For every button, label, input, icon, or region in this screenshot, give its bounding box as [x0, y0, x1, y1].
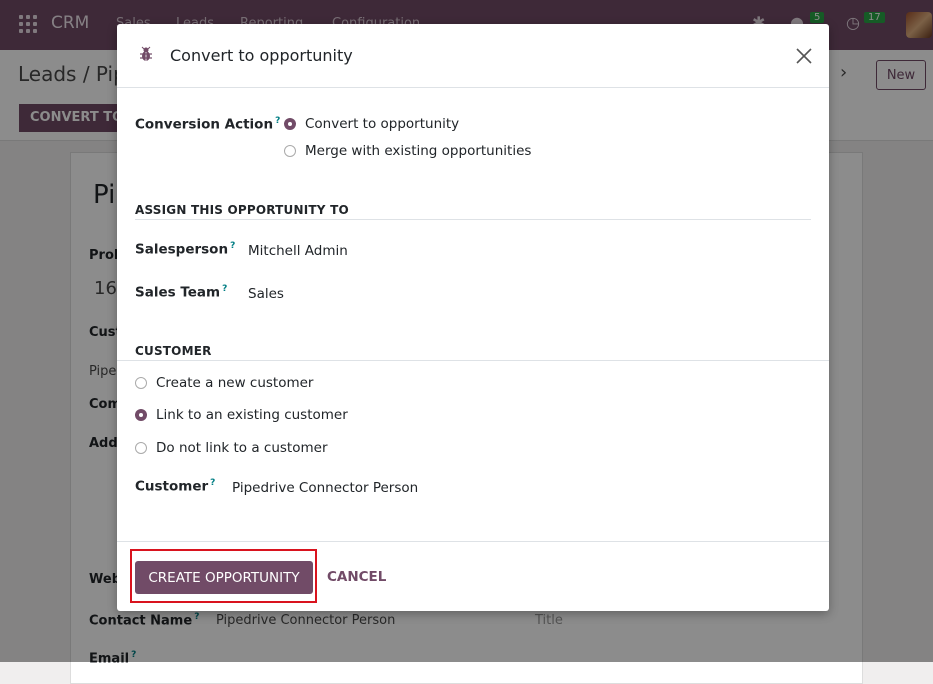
radio-link-existing-customer[interactable]: Link to an existing customer: [135, 407, 348, 423]
modal-title: Convert to opportunity: [170, 46, 353, 65]
bug-icon: [140, 46, 152, 61]
radio-do-not-link-customer[interactable]: Do not link to a customer: [135, 440, 328, 456]
radio-unselected-icon[interactable]: [135, 442, 147, 454]
radio-selected-icon[interactable]: [135, 409, 147, 421]
radio-selected-icon[interactable]: [284, 118, 296, 130]
close-icon[interactable]: [792, 44, 816, 68]
customer-field[interactable]: Pipedrive Connector Person: [232, 480, 418, 496]
create-opportunity-button[interactable]: CREATE OPPORTUNITY: [135, 561, 313, 594]
radio-unselected-icon[interactable]: [284, 145, 296, 157]
salesperson-field[interactable]: Mitchell Admin: [248, 243, 348, 259]
sales-team-label: Sales Team?: [135, 284, 228, 301]
assign-section-title: ASSIGN THIS OPPORTUNITY TO: [135, 203, 349, 217]
modal-header: Convert to opportunity: [117, 24, 829, 88]
section-divider: [117, 360, 829, 361]
salesperson-label: Salesperson?: [135, 241, 236, 258]
sales-team-field[interactable]: Sales: [248, 286, 284, 302]
radio-merge-opportunities[interactable]: Merge with existing opportunities: [284, 143, 531, 159]
convert-to-opportunity-dialog: Convert to opportunity Conversion Action…: [117, 24, 829, 611]
customer-section-title: CUSTOMER: [135, 344, 212, 358]
radio-create-customer[interactable]: Create a new customer: [135, 375, 313, 391]
modal-footer: CREATE OPPORTUNITY CANCEL: [117, 541, 829, 612]
radio-convert-to-opportunity[interactable]: Convert to opportunity: [284, 116, 459, 132]
cancel-button[interactable]: CANCEL: [327, 569, 386, 585]
conversion-action-label: Conversion Action?: [135, 116, 281, 133]
radio-unselected-icon[interactable]: [135, 377, 147, 389]
customer-label: Customer?: [135, 478, 216, 495]
section-divider: [135, 219, 811, 220]
